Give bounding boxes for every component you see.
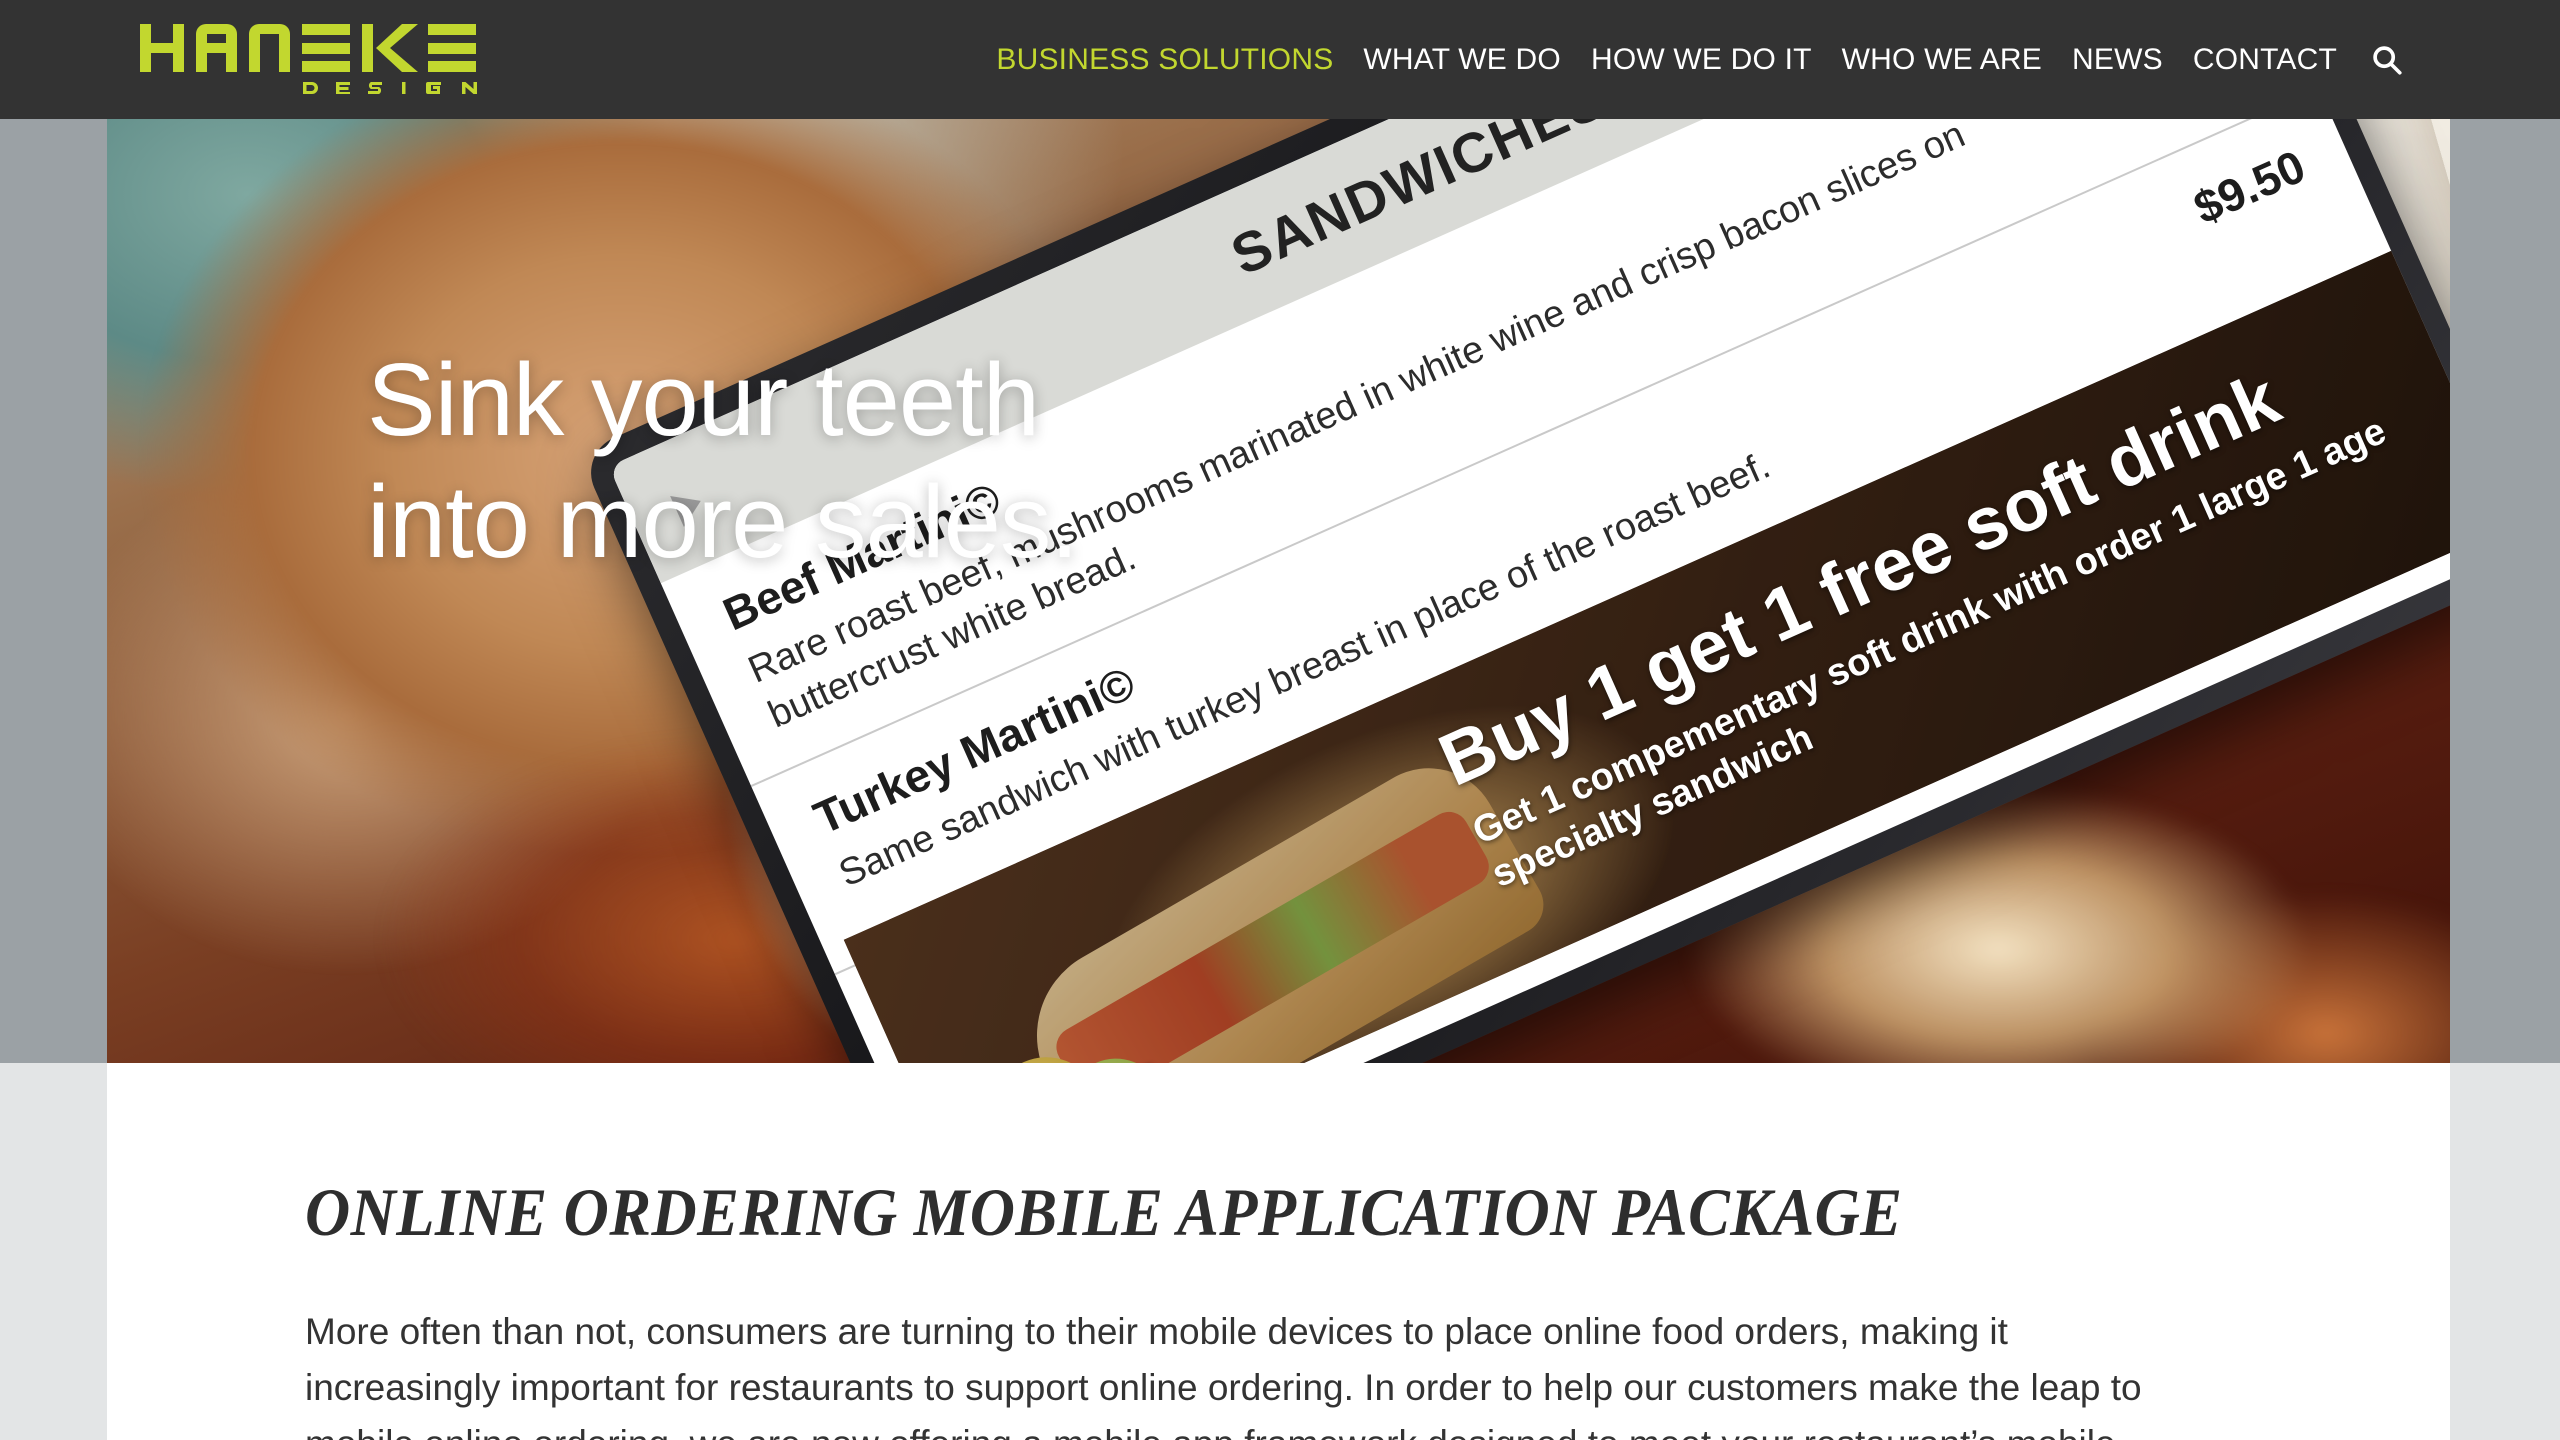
main-navigation: BUSINESS SOLUTIONS WHAT WE DO HOW WE DO …	[981, 0, 2410, 119]
hero-headline-line-2: into more sales.	[367, 463, 1079, 579]
nav-item-what-we-do[interactable]: WHAT WE DO	[1348, 43, 1576, 77]
nav-item-how-we-do-it[interactable]: HOW WE DO IT	[1576, 43, 1827, 77]
nav-item-business-solutions[interactable]: BUSINESS SOLUTIONS	[981, 43, 1348, 77]
hero-banner: SANDWICHES i Beef Martini© Rare roast be…	[107, 119, 2450, 1063]
nav-item-news[interactable]: NEWS	[2057, 43, 2178, 77]
site-header: BUSINESS SOLUTIONS WHAT WE DO HOW WE DO …	[0, 0, 2560, 119]
main-content: ONLINE ORDERING MOBILE APPLICATION PACKA…	[107, 1063, 2450, 1440]
nav-item-who-we-are[interactable]: WHO WE ARE	[1827, 43, 2057, 77]
site-logo[interactable]	[140, 16, 488, 94]
nav-item-contact[interactable]: CONTACT	[2178, 43, 2352, 77]
search-icon[interactable]	[2352, 43, 2410, 77]
intro-paragraph: More often than not, consumers are turni…	[305, 1311, 2142, 1440]
page-title: ONLINE ORDERING MOBILE APPLICATION PACKA…	[305, 1174, 1903, 1250]
hero-headline: Sink your teeth into more sales.	[367, 339, 1079, 582]
page-root: BUSINESS SOLUTIONS WHAT WE DO HOW WE DO …	[0, 0, 2560, 1440]
hero-headline-line-1: Sink your teeth	[367, 342, 1040, 457]
menu-item-price: $9.50	[2186, 139, 2313, 235]
